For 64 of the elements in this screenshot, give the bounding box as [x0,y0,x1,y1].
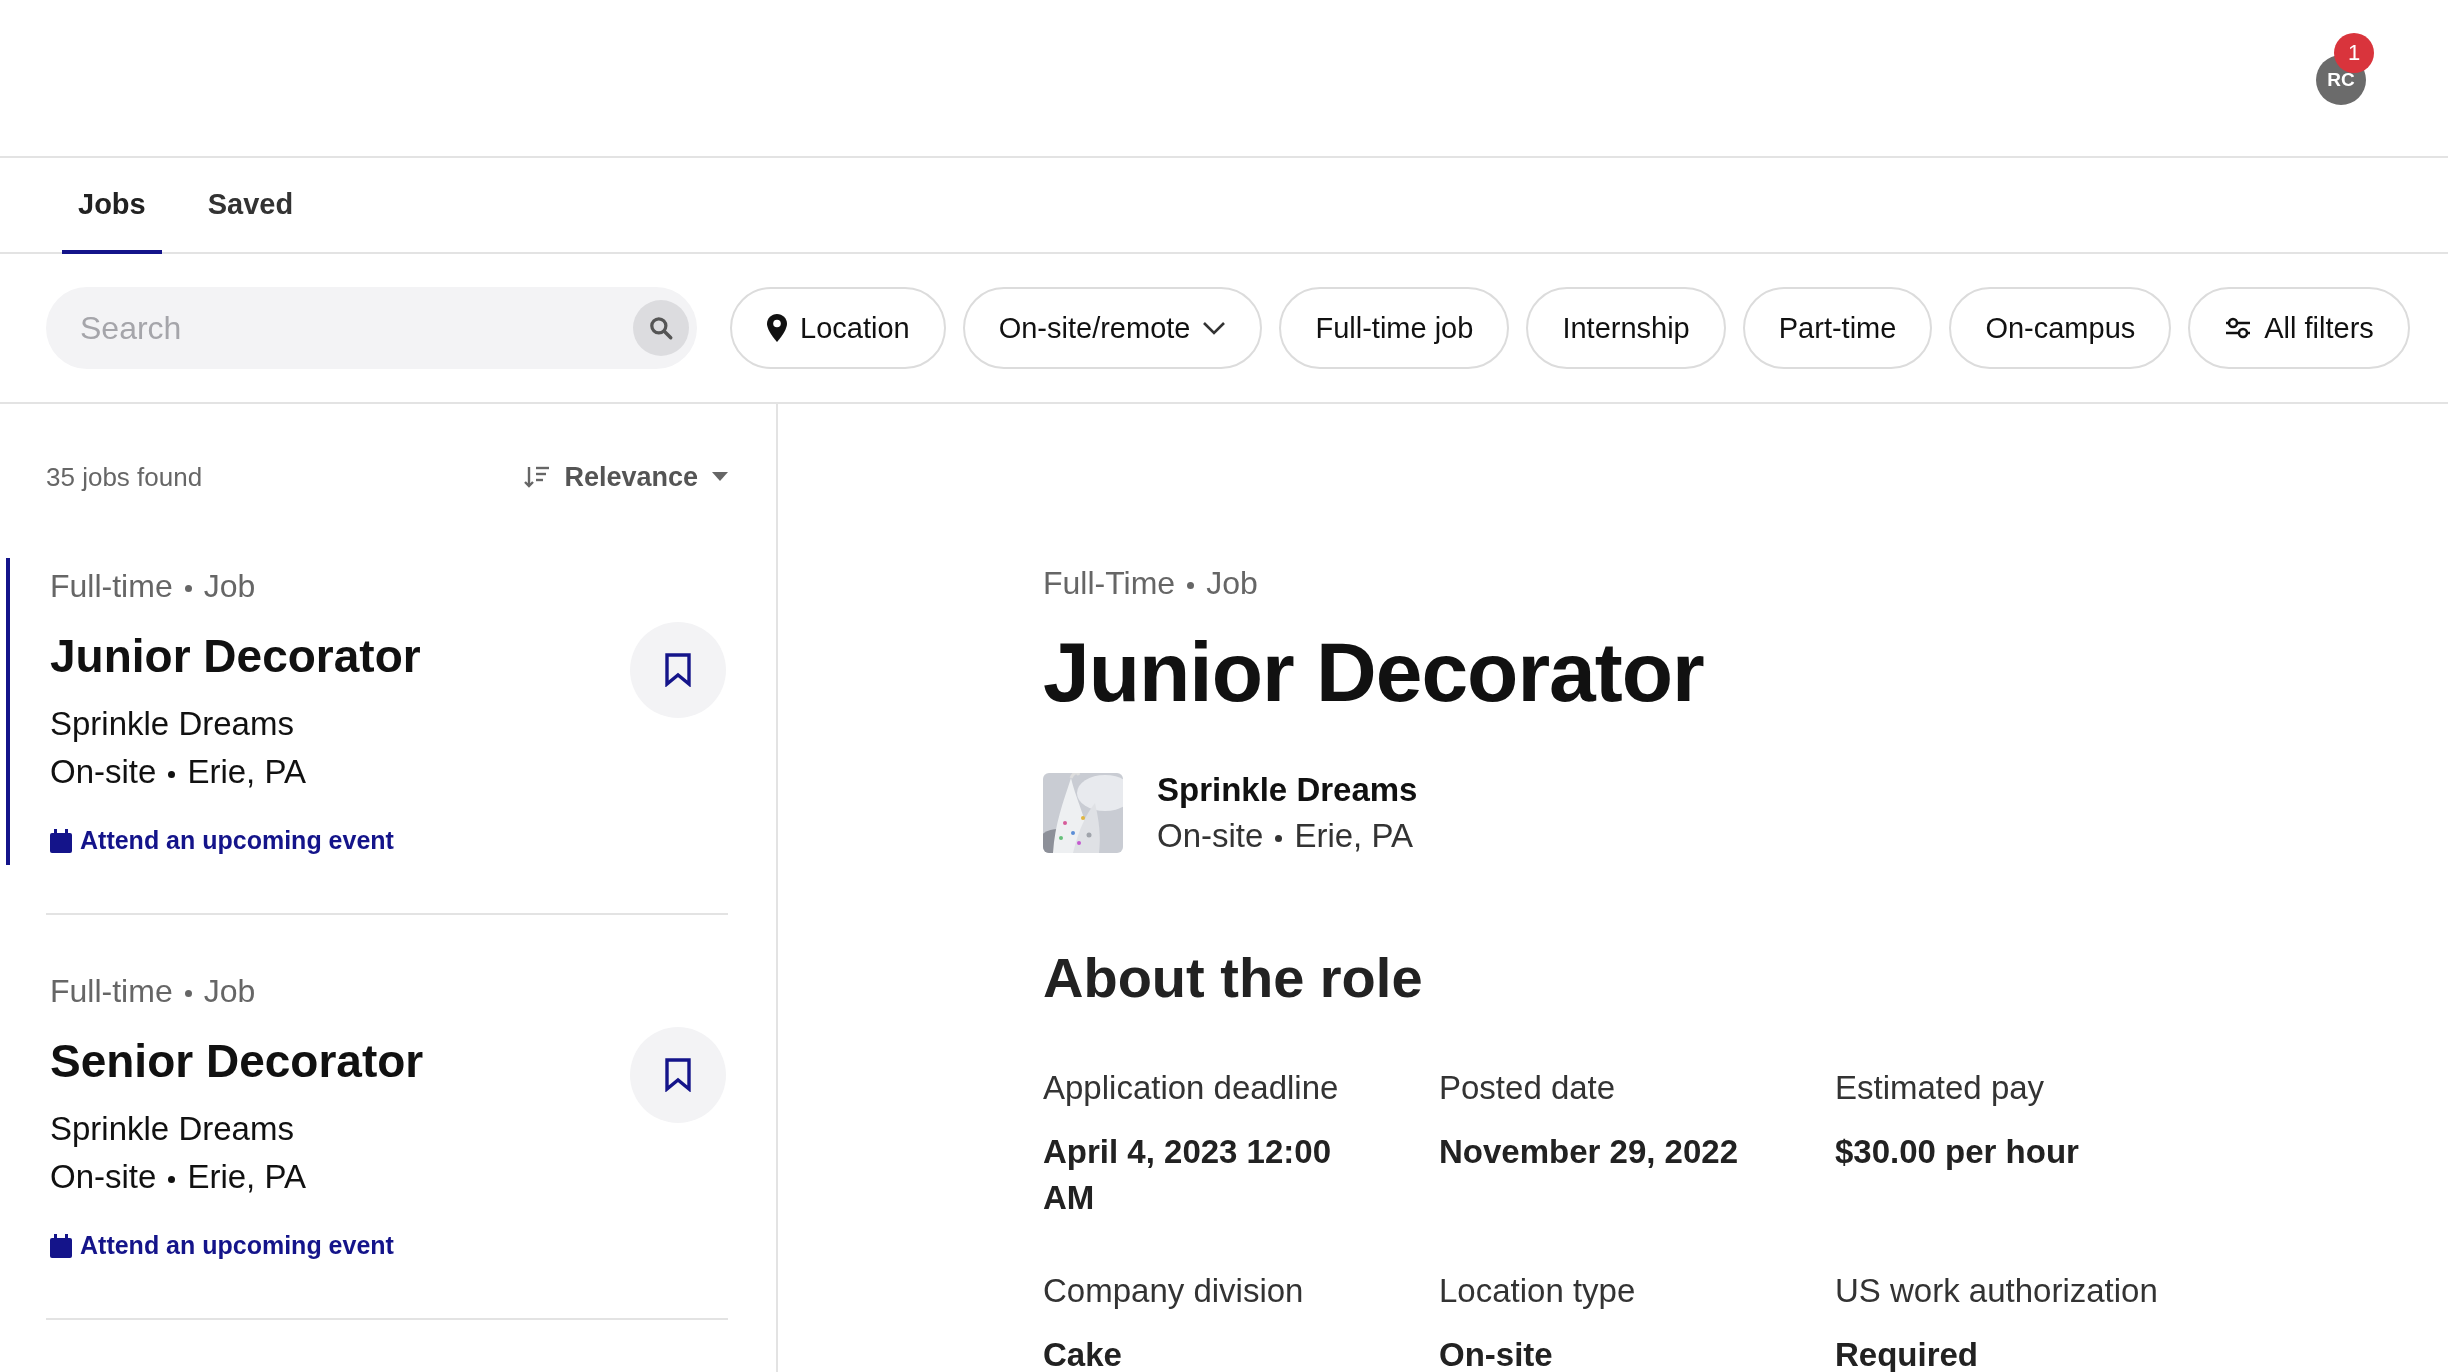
job-card[interactable]: Full-time Job Senior Decorator Sprinkle Dreams On-site Erie, PA Attend an upcoming event [6,963,728,1270]
bookmark-icon [665,1058,691,1092]
location-pin-icon [766,313,788,343]
company-name: Sprinkle Dreams [1157,770,1418,810]
separator-dot [184,584,192,592]
event-link[interactable]: Attend an upcoming event [50,826,421,855]
workplace-type: On-site [50,752,157,792]
separator-dot [168,1175,176,1183]
filter-chip[interactable]: Internship [1526,287,1726,369]
job-category: Job [1206,565,1258,602]
job-title: Senior Decorator [50,1034,424,1089]
job-location: Erie, PA [1294,816,1413,856]
fact-label: Location type [1439,1272,1637,1310]
fact-label: US work authorization [1835,1272,2159,1310]
calendar-icon [50,1233,72,1258]
results-count: 35 jobs found [46,461,203,493]
tab[interactable]: Saved [191,158,310,254]
event-link[interactable]: Attend an upcoming event [50,1231,424,1260]
search-field[interactable]: Search [78,308,633,348]
workplace-type: On-site [50,1157,157,1197]
fact-label: Posted date [1439,1069,1617,1107]
search-icon[interactable] [633,300,689,356]
job-card[interactable]: Full-time Job Junior Decorator Sprinkle Dreams On-site Erie, PA Attend an upcoming event [6,558,728,865]
fact-value: Cake [1043,1335,1123,1372]
company-name: Sprinkle Dreams [50,1109,295,1149]
filter-chip[interactable]: On-campus [1949,287,2172,369]
workplace-type: On-site [1157,816,1264,856]
job-location: Erie, PA [187,1157,306,1197]
job-title: Junior Decorator [50,629,421,684]
calendar-icon [50,828,72,853]
filter-chip[interactable]: Full-time job [1279,287,1510,369]
filter-chip[interactable]: Location [730,287,946,369]
bookmark-icon [665,653,691,687]
sort-dropdown[interactable]: Relevance [524,461,728,493]
fact-value: $30.00 per hour [1835,1132,2080,1172]
filter-chip[interactable]: Part-time [1742,287,1933,369]
filter-chip[interactable]: On-site/remote [962,287,1263,369]
job-type: Full-time [50,972,173,1011]
filter-chip[interactable]: All filters [2188,287,2410,369]
tab[interactable]: Jobs [62,158,162,254]
fact-label: Estimated pay [1835,1069,2046,1107]
search-bar[interactable]: Search [46,287,697,369]
fact-value: On-site [1439,1335,1554,1372]
fact-value: April 4, 2023 12:00 AM [1043,1132,1332,1218]
caret-icon [712,472,728,482]
notification-badge: 1 [2334,33,2374,73]
fact-label: Application deadline [1043,1069,1340,1107]
sliders-icon [2224,315,2253,341]
job-location: Erie, PA [187,752,306,792]
job-title: Junior Decorator [1043,624,1705,721]
sort-icon [524,465,551,489]
company-name: Sprinkle Dreams [50,704,295,744]
chevron-down-icon [1202,320,1227,336]
fact-value: November 29, 2022 [1439,1132,1739,1172]
job-type: Full-Time [1043,565,1176,602]
separator-dot [168,770,176,778]
job-category: Job [203,972,256,1011]
job-category: Job [203,567,256,606]
separator-dot [1187,582,1195,589]
job-type: Full-time [50,567,173,606]
separator-dot [184,989,192,997]
separator-dot [1275,834,1283,842]
fact-label: Company division [1043,1272,1305,1310]
section-title: About the role [1043,945,1424,1010]
